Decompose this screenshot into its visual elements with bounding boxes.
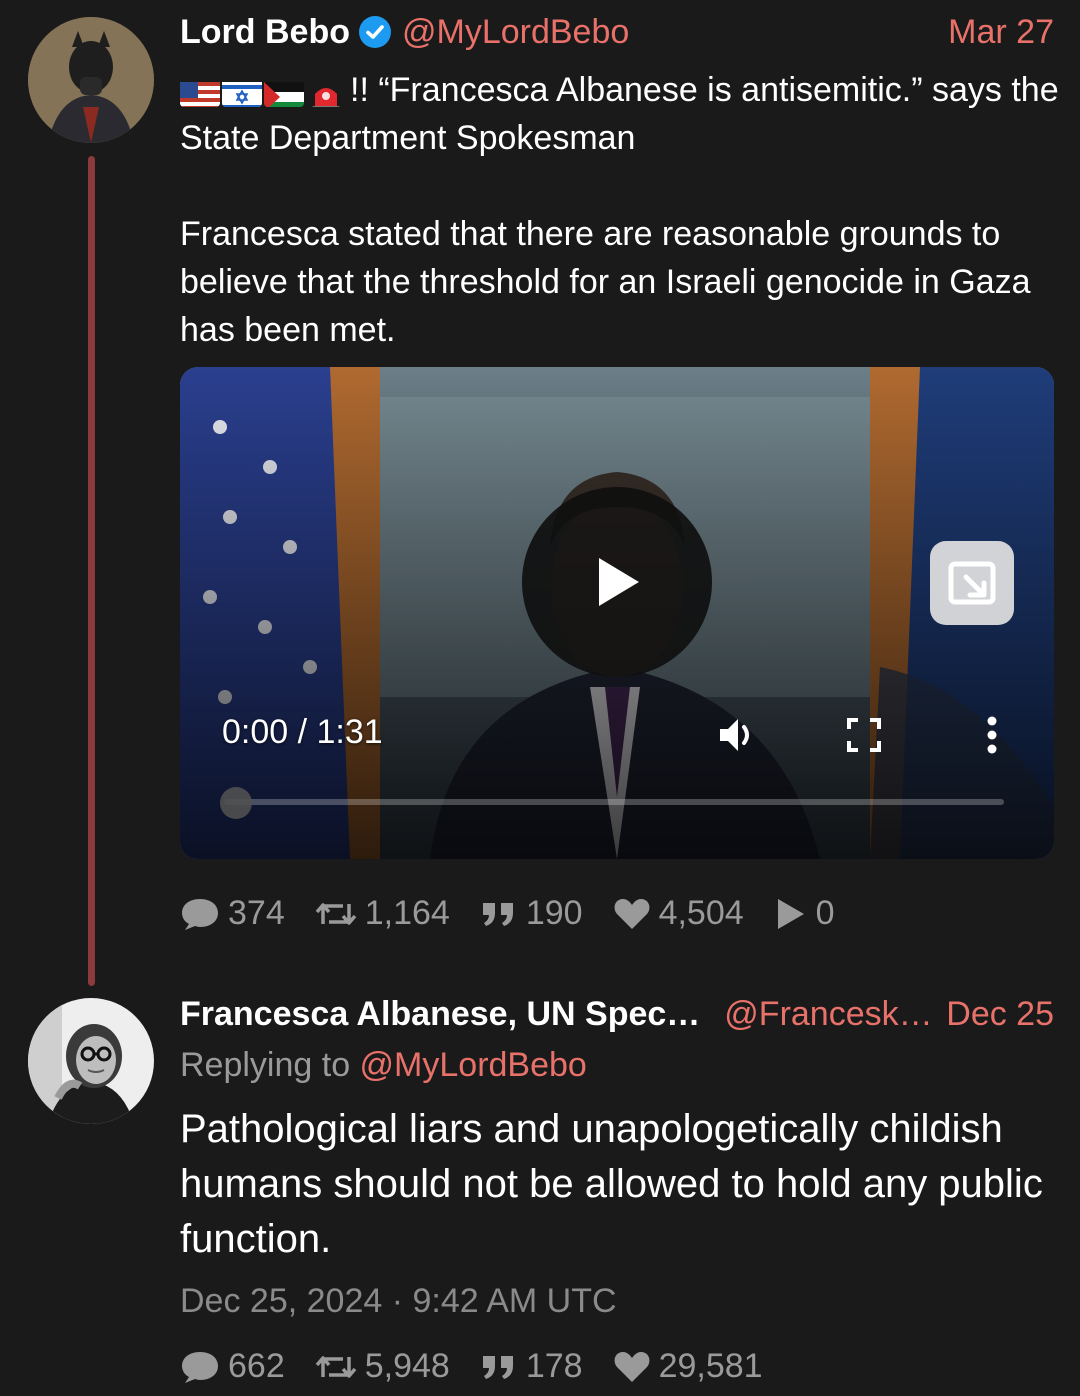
reply-tweet-stats: 662 5,948 178 29,581 [180,1347,793,1386]
avatar-lord-bebo[interactable] [28,17,154,143]
palestine-flag-icon [264,77,304,107]
video-progress-bar[interactable] [224,799,1004,805]
like-count[interactable]: 29,581 [613,1347,763,1386]
video-progress-knob[interactable] [220,787,252,819]
volume-icon [720,719,749,751]
play-count-value: 0 [815,894,835,932]
reply-tweet-header: Francesca Albanese, UN Spec… @Francesk… … [180,994,1054,1034]
video-time: 0:00 / 1:31 [222,713,383,751]
tweet-stats: 374 1,164 190 4,504 0 [180,894,865,933]
quote-icon [482,1355,513,1379]
tweet-date[interactable]: Mar 27 [948,12,1054,52]
video-player[interactable]: 0:00 / 1:31 [180,367,1054,859]
play-count-icon [777,898,804,929]
tweet-header: Lord Bebo @MyLordBebo Mar 27 [180,12,1054,52]
play-icon [599,558,639,606]
us-flag-icon [180,77,220,107]
retweet-count[interactable]: 5,948 [315,1347,450,1386]
like-count-value: 29,581 [658,1347,763,1385]
quote-count[interactable]: 190 [480,894,583,933]
author-handle[interactable]: @Francesk… [724,994,932,1034]
retweet-count[interactable]: 1,164 [315,894,450,933]
comment-icon [182,898,218,930]
retweet-count-value: 5,948 [364,1347,450,1385]
play-button[interactable] [522,487,712,677]
more-options-button[interactable] [980,713,1004,762]
comment-icon [182,1351,218,1383]
heart-icon [614,1351,650,1382]
siren-icon [306,77,346,107]
avatar-francesca-albanese[interactable] [28,998,154,1124]
tweet-date[interactable]: Dec 25 [946,994,1054,1034]
replying-to: Replying to @MyLordBebo [180,1046,587,1085]
fullscreen-icon [847,718,881,752]
quote-count-value: 190 [525,894,583,932]
more-vertical-icon [987,716,997,754]
tweet-text-paragraph-2: Francesca stated that there are reasonab… [180,215,1031,349]
thread-line [88,156,95,986]
picture-in-picture-button[interactable] [930,541,1014,625]
heart-icon [614,898,650,929]
like-count[interactable]: 4,504 [613,894,744,933]
quote-icon [482,902,513,926]
reply-tweet-text: Pathological liars and unapologetically … [180,1107,1043,1261]
author-name[interactable]: Francesca Albanese, UN Spec… [180,994,700,1034]
author-name[interactable]: Lord Bebo [180,12,350,52]
volume-button[interactable] [716,713,760,762]
reply-count[interactable]: 662 [180,1347,285,1386]
tweet-text: !! “Francesca Albanese is antisemitic.” … [180,66,1060,162]
reply-count-value: 374 [228,894,285,932]
quote-count[interactable]: 178 [480,1347,583,1386]
replying-to-label: Replying to [180,1046,360,1084]
israel-flag-icon [222,77,262,107]
quote-count-value: 178 [525,1347,583,1385]
picture-in-picture-icon [948,561,996,605]
flag-emojis [180,77,346,107]
verified-badge-icon [358,16,391,48]
retweet-icon [315,1355,357,1378]
reply-count-value: 662 [228,1347,285,1385]
replying-to-handle[interactable]: @MyLordBebo [360,1046,587,1084]
play-count[interactable]: 0 [774,894,835,933]
reply-count[interactable]: 374 [180,894,285,933]
fullscreen-button[interactable] [846,717,882,758]
retweet-icon [315,902,357,925]
reply-timestamp[interactable]: Dec 25, 2024 · 9:42 AM UTC [180,1282,617,1321]
retweet-count-value: 1,164 [364,894,450,932]
author-handle[interactable]: @MyLordBebo [402,12,629,52]
like-count-value: 4,504 [658,894,744,932]
